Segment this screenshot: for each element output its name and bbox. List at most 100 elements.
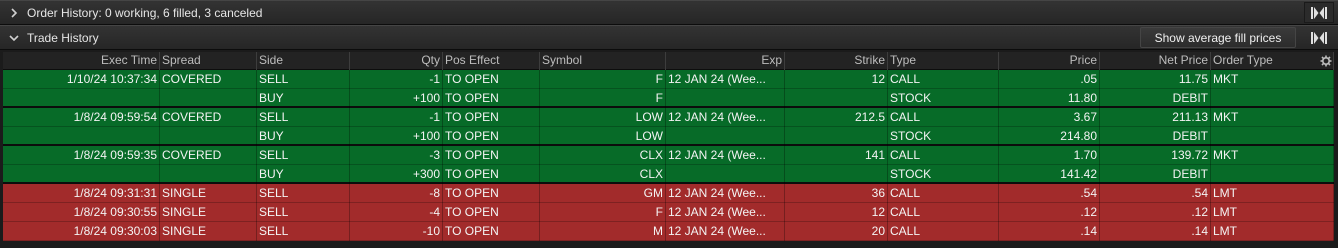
cell-order-type (1211, 89, 1334, 108)
column-header-spread[interactable]: Spread (160, 52, 257, 70)
cell-spread (160, 165, 257, 184)
cell-strike: 12 (785, 203, 888, 222)
cell-symbol: CLX (540, 146, 666, 165)
cell-strike (785, 165, 888, 184)
trade-history-bar[interactable]: Trade History Show average fill prices (0, 25, 1338, 50)
cell-strike: 12 (785, 70, 888, 89)
cell-symbol: F (540, 89, 666, 108)
maximize-panel-button[interactable] (1304, 2, 1334, 23)
table-row[interactable]: BUY +100 TO OPEN F STOCK 11.80 DEBIT (3, 89, 1334, 108)
chevron-right-icon[interactable] (9, 7, 19, 19)
cell-net-price: .12 (1100, 203, 1211, 222)
cell-exec-time (3, 127, 160, 146)
cell-exp: 12 JAN 24 (Wee... (666, 222, 785, 241)
cell-type: STOCK (888, 89, 999, 108)
cell-exp (666, 165, 785, 184)
cell-symbol: F (540, 70, 666, 89)
cell-price: .05 (999, 70, 1100, 89)
cell-side: BUY (257, 127, 350, 146)
table-row[interactable]: BUY +300 TO OPEN CLX STOCK 141.42 DEBIT (3, 165, 1334, 184)
order-history-bar[interactable]: Order History: 0 working, 6 filled, 3 ca… (0, 0, 1338, 25)
cell-price: 3.67 (999, 108, 1100, 127)
cell-pos-effect: TO OPEN (443, 127, 540, 146)
column-header-type[interactable]: Type (888, 52, 999, 70)
cell-strike (785, 127, 888, 146)
cell-side: SELL (257, 184, 350, 203)
cell-qty: +300 (350, 165, 443, 184)
table-row[interactable]: BUY +100 TO OPEN LOW STOCK 214.80 DEBIT (3, 127, 1334, 146)
cell-spread (160, 89, 257, 108)
cell-type: CALL (888, 146, 999, 165)
table-row[interactable]: 1/8/24 09:59:35 COVERED SELL -3 TO OPEN CLX 12… (3, 146, 1334, 165)
cell-price: 214.80 (999, 127, 1100, 146)
cell-strike: 36 (785, 184, 888, 203)
order-history-title: Order History: 0 working, 6 filled, 3 ca… (27, 6, 263, 20)
cell-price: .12 (999, 203, 1100, 222)
cell-price: 141.42 (999, 165, 1100, 184)
column-header-strike[interactable]: Strike (785, 52, 888, 70)
cell-symbol: CLX (540, 165, 666, 184)
cell-qty: +100 (350, 127, 443, 146)
cell-order-type: LMT (1211, 222, 1334, 241)
cell-exp: 12 JAN 24 (Wee... (666, 203, 785, 222)
cell-spread: COVERED (160, 146, 257, 165)
cell-pos-effect: TO OPEN (443, 222, 540, 241)
table-row[interactable]: 1/8/24 09:31:31 SINGLE SELL -8 TO OPEN GM 12 J… (3, 184, 1334, 203)
cell-order-type: LMT (1211, 203, 1334, 222)
cell-exec-time: 1/10/24 10:37:34 (3, 70, 160, 89)
cell-qty: -10 (350, 222, 443, 241)
cell-side: SELL (257, 203, 350, 222)
column-header-pos-effect[interactable]: Pos Effect (443, 52, 540, 70)
cell-exp: 12 JAN 24 (Wee... (666, 108, 785, 127)
cell-exp (666, 127, 785, 146)
cell-type: CALL (888, 184, 999, 203)
column-header-order-type[interactable]: Order Type (1211, 52, 1334, 70)
cell-pos-effect: TO OPEN (443, 165, 540, 184)
maximize-panel-button[interactable] (1304, 27, 1334, 48)
cell-exec-time: 1/8/24 09:59:54 (3, 108, 160, 127)
cell-exec-time: 1/8/24 09:31:31 (3, 184, 160, 203)
column-header-price[interactable]: Price (999, 52, 1100, 70)
gear-icon[interactable] (1320, 55, 1332, 67)
table-row[interactable]: 1/8/24 09:30:55 SINGLE SELL -4 TO OPEN F 12 JA… (3, 203, 1334, 222)
collapse-arrows-icon (1311, 6, 1327, 19)
cell-side: SELL (257, 70, 350, 89)
cell-pos-effect: TO OPEN (443, 108, 540, 127)
cell-qty: -1 (350, 70, 443, 89)
trade-history-table: Exec Time Spread Side Qty Pos Effect Symbol Ex… (3, 52, 1334, 242)
cell-qty: -8 (350, 184, 443, 203)
cell-symbol: LOW (540, 108, 666, 127)
column-header-exp[interactable]: Exp (666, 52, 785, 70)
cell-pos-effect: TO OPEN (443, 203, 540, 222)
cell-type: CALL (888, 222, 999, 241)
cell-pos-effect: TO OPEN (443, 184, 540, 203)
column-header-exec-time[interactable]: Exec Time (3, 52, 160, 70)
trade-history-title: Trade History (27, 31, 99, 45)
cell-price: .14 (999, 222, 1100, 241)
column-header-symbol[interactable]: Symbol (540, 52, 666, 70)
column-header-net-price[interactable]: Net Price (1100, 52, 1211, 70)
column-header-qty[interactable]: Qty (350, 52, 443, 70)
cell-qty: +100 (350, 89, 443, 108)
chevron-down-icon[interactable] (9, 32, 19, 44)
cell-order-type: MKT (1211, 146, 1334, 165)
cell-side: BUY (257, 89, 350, 108)
cell-order-type: MKT (1211, 70, 1334, 89)
cell-spread: COVERED (160, 108, 257, 127)
cell-exp: 12 JAN 24 (Wee... (666, 70, 785, 89)
cell-pos-effect: TO OPEN (443, 146, 540, 165)
cell-type: CALL (888, 108, 999, 127)
table-row[interactable]: 1/10/24 10:37:34 COVERED SELL -1 TO OPEN F 12 … (3, 70, 1334, 89)
cell-net-price: DEBIT (1100, 89, 1211, 108)
table-row[interactable]: 1/8/24 09:59:54 COVERED SELL -1 TO OPEN LOW 12… (3, 108, 1334, 127)
column-header-side[interactable]: Side (257, 52, 350, 70)
cell-net-price: DEBIT (1100, 165, 1211, 184)
cell-side: SELL (257, 108, 350, 127)
cell-exec-time (3, 165, 160, 184)
table-row[interactable]: 1/8/24 09:30:03 SINGLE SELL -10 TO OPEN M 12 J… (3, 222, 1334, 241)
cell-spread: COVERED (160, 70, 257, 89)
show-average-fill-prices-button[interactable]: Show average fill prices (1140, 27, 1296, 48)
cell-strike: 20 (785, 222, 888, 241)
cell-exec-time: 1/8/24 09:59:35 (3, 146, 160, 165)
cell-pos-effect: TO OPEN (443, 70, 540, 89)
